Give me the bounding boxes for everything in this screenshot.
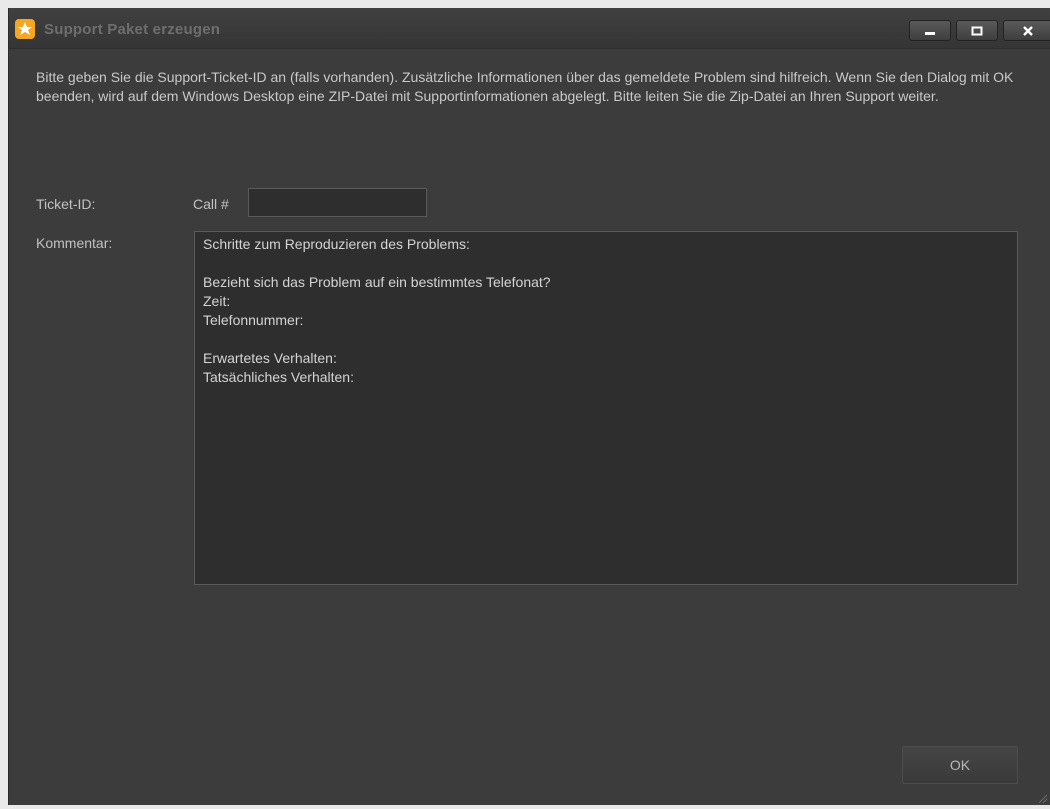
maximize-icon <box>971 26 983 35</box>
close-button[interactable] <box>1003 20 1050 41</box>
support-dialog-window: Support Paket erzeugen Bitte geben Sie d… <box>8 8 1050 805</box>
minimize-button[interactable] <box>909 20 951 41</box>
title-bar[interactable]: Support Paket erzeugen <box>9 8 1050 49</box>
window-title: Support Paket erzeugen <box>44 21 221 38</box>
comment-label: Kommentar: <box>36 235 113 251</box>
ticket-id-input[interactable] <box>248 188 427 217</box>
comment-textarea[interactable]: Schritte zum Reproduzieren des Problems:… <box>194 231 1018 585</box>
close-icon <box>1022 25 1033 36</box>
instructions-text: Bitte geben Sie die Support-Ticket-ID an… <box>36 69 1014 104</box>
ok-button[interactable]: OK <box>902 746 1018 784</box>
maximize-button[interactable] <box>956 20 998 41</box>
minimize-icon <box>925 31 935 35</box>
app-star-icon <box>15 19 35 39</box>
call-number-prefix: Call # <box>193 196 229 212</box>
ticket-id-label: Ticket-ID: <box>36 196 96 212</box>
resize-grip-icon[interactable] <box>1036 791 1048 804</box>
